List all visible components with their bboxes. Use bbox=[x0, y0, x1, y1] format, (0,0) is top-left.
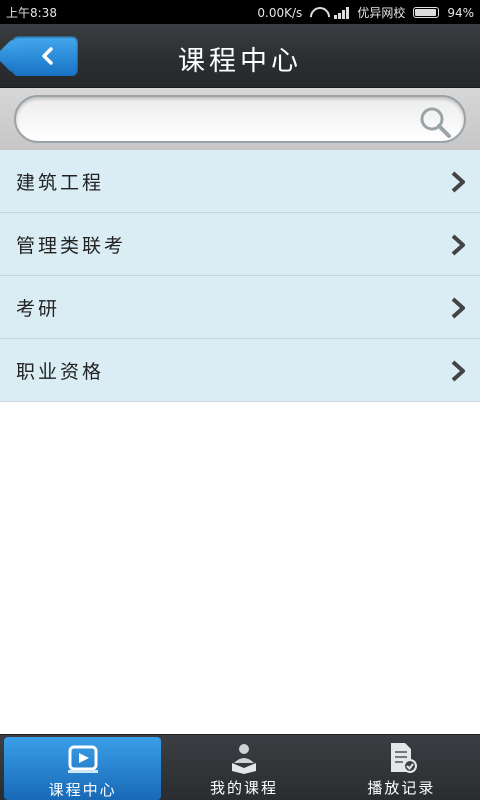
battery-level: 94% bbox=[447, 5, 474, 20]
status-right: 0.00K/s 优异网校 94% bbox=[257, 4, 474, 21]
status-bar: 上午8:38 0.00K/s 优异网校 94% bbox=[0, 0, 480, 24]
carrier-name: 优异网校 bbox=[357, 6, 406, 20]
search-input[interactable] bbox=[14, 95, 466, 143]
list-item-label: 职业资格 bbox=[16, 361, 105, 383]
tab-label: 课程中心 bbox=[48, 781, 117, 799]
page-title: 课程中心 bbox=[178, 46, 302, 77]
list-item-kaoyan[interactable]: 考研 bbox=[0, 276, 480, 339]
status-time: 上午8:38 bbox=[6, 6, 57, 20]
history-document-icon bbox=[391, 743, 418, 773]
battery-icon bbox=[413, 7, 440, 18]
list-item-zhiye[interactable]: 职业资格 bbox=[0, 339, 480, 402]
list-item-jianzhu[interactable]: 建筑工程 bbox=[0, 150, 480, 213]
reader-icon bbox=[231, 744, 256, 774]
list-item-label: 考研 bbox=[16, 298, 61, 320]
title-bar: 课程中心 bbox=[0, 24, 480, 88]
bottom-tab-bar: 课程中心 我的课程 播放记录 bbox=[0, 734, 480, 800]
search-icon[interactable] bbox=[418, 105, 452, 139]
tab-label: 我的课程 bbox=[209, 779, 278, 797]
category-list: 建筑工程 管理类联考 考研 职业资格 bbox=[0, 150, 480, 402]
chevron-right-icon bbox=[451, 297, 465, 319]
chevron-right-icon bbox=[451, 360, 465, 382]
list-item-label: 管理类联考 bbox=[16, 235, 127, 257]
tab-play-history[interactable]: 播放记录 bbox=[323, 735, 480, 800]
wifi-icon bbox=[310, 7, 326, 19]
network-speed: 0.00K/s bbox=[257, 5, 303, 20]
tab-course-center[interactable]: 课程中心 bbox=[4, 737, 162, 800]
search-bar bbox=[0, 88, 480, 150]
list-item-label: 建筑工程 bbox=[16, 172, 105, 194]
signal-icon bbox=[334, 6, 350, 19]
chevron-right-icon bbox=[451, 234, 465, 256]
play-icon bbox=[67, 745, 98, 773]
tab-my-courses[interactable]: 我的课程 bbox=[165, 735, 322, 800]
list-item-guanli[interactable]: 管理类联考 bbox=[0, 213, 480, 276]
tab-label: 播放记录 bbox=[367, 779, 436, 797]
chevron-right-icon bbox=[451, 171, 465, 193]
